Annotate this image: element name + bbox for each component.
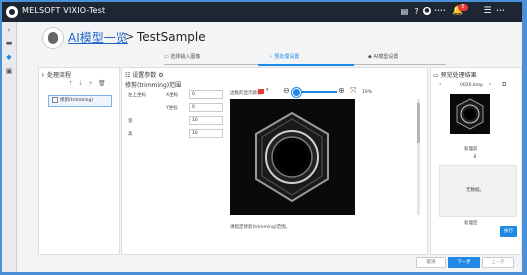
left-nav: › ▬ ◆ ▣ [2,22,17,272]
flow-item-label: 修剪(trimming) [60,98,94,103]
step-line-3 [354,64,446,65]
settings-title: ☷ 设置参数 ⚙ [125,72,164,79]
result-preview-title: ▭ 预览处理结果 [433,72,477,79]
step-line-2 [258,64,354,66]
after-label: 处理后 [464,221,478,226]
ai-model-icon[interactable]: ◆ [5,53,13,61]
height-input[interactable]: 10 [189,129,223,138]
no-data-text: 无数据。 [466,188,484,193]
zoom-level: 19% [362,90,373,95]
step-label: 选择输入图像 [170,54,201,60]
add-icon[interactable]: + [88,80,93,87]
hex-nut-thumb-before [456,98,484,130]
prev-image-icon[interactable]: ‹ [439,81,441,88]
delete-icon[interactable]: 🗑 [98,80,106,87]
before-label: 处理前 [464,147,478,152]
scrollbar-thumb[interactable] [417,103,420,143]
preview-canvas[interactable] [230,99,355,215]
menu-icon[interactable]: ☰ [483,7,492,16]
move-down-icon[interactable]: ↓ [78,80,83,87]
menu-label: ••• [496,8,505,14]
hex-nut-image [255,111,329,203]
width-label: 宽 [128,119,133,124]
back-button[interactable]: 上一步 [482,257,514,268]
fit-icon[interactable]: ⤧ [350,86,356,96]
width-input[interactable]: 10 [189,116,223,125]
ai-model-avatar-icon [42,27,64,49]
y-coordinate-input[interactable]: 0 [189,103,223,112]
step-label: 预处理设置 [274,54,300,60]
expand-nav-icon[interactable]: › [5,26,13,34]
x-label: X坐标 [166,93,179,98]
border-color-swatch[interactable] [258,89,264,94]
next-button[interactable]: 下一步 [448,257,480,268]
preview-scrollbar[interactable] [417,99,420,215]
image-name: 0020.bmp [460,83,483,88]
open-external-icon[interactable]: ⧉ [502,81,506,89]
checkbox[interactable] [52,96,58,103]
app-title: MELSOFT VIXIO-Test [22,6,106,15]
zoom-out-icon[interactable]: ⊖ [283,86,290,95]
page-title: TestSample [137,30,206,44]
settings-title-text: 设置参数 [132,72,157,79]
border-color-label: 边框的显示颜色 [230,91,262,96]
database-icon[interactable]: ▬ [5,39,13,47]
run-button[interactable]: 执行 [500,226,517,237]
move-up-icon[interactable]: ↑ [68,80,73,87]
before-thumbnail [450,94,490,134]
zoom-slider-handle[interactable] [292,88,301,97]
breadcrumb-separator: > [125,30,135,43]
app-logo-icon [6,6,18,18]
trim-hint: 请指定修剪(trimming)范围。 [230,225,291,230]
trim-range-heading: 修剪(trimming)范围 [125,82,182,89]
process-flow-title-text: 处理流程 [47,72,72,79]
x-coordinate-input[interactable]: 0 [189,90,223,99]
help-icon[interactable]: ? [412,7,421,16]
arrow-down-icon: ⇓ [472,153,478,160]
app-window: MELSOFT VIXIO-Test ▤ ? ● •••• 🔔 5 ☰ ••• … [2,2,522,272]
step-label: AI模型设置 [373,54,399,60]
step-ai-model[interactable]: ◆ AI模型设置 [368,53,398,60]
next-image-icon[interactable]: › [489,81,491,88]
zoom-in-icon[interactable]: ⊕ [338,86,345,95]
breadcrumb-parent-link[interactable]: AI模型一览 [68,29,128,46]
title-bar: MELSOFT VIXIO-Test ▤ ? ● •••• 🔔 5 ☰ ••• [2,2,522,22]
manual-icon[interactable]: ▤ [400,7,409,16]
color-dropdown-icon[interactable]: ▾ [266,87,269,93]
user-name: •••• [434,8,446,14]
process-flow-title: ⊦ 处理流程 [42,72,72,79]
step-preprocess[interactable]: ⊦ 预处理设置 [270,53,299,60]
step-line-1 [164,64,258,65]
y-label: Y坐标 [166,106,178,111]
notification-badge: 5 [458,4,468,11]
cancel-button[interactable]: 取消 [416,257,446,268]
flow-item-trimming[interactable]: 修剪(trimming) [48,95,112,107]
result-preview-title-text: 预览处理结果 [440,72,477,79]
step-select-input[interactable]: ▭ 选择输入图像 [164,53,200,60]
top-left-label: 左上坐标 [128,93,146,98]
height-label: 高 [128,132,133,137]
document-icon[interactable]: ▣ [5,67,13,75]
user-icon[interactable]: ● [423,7,431,15]
